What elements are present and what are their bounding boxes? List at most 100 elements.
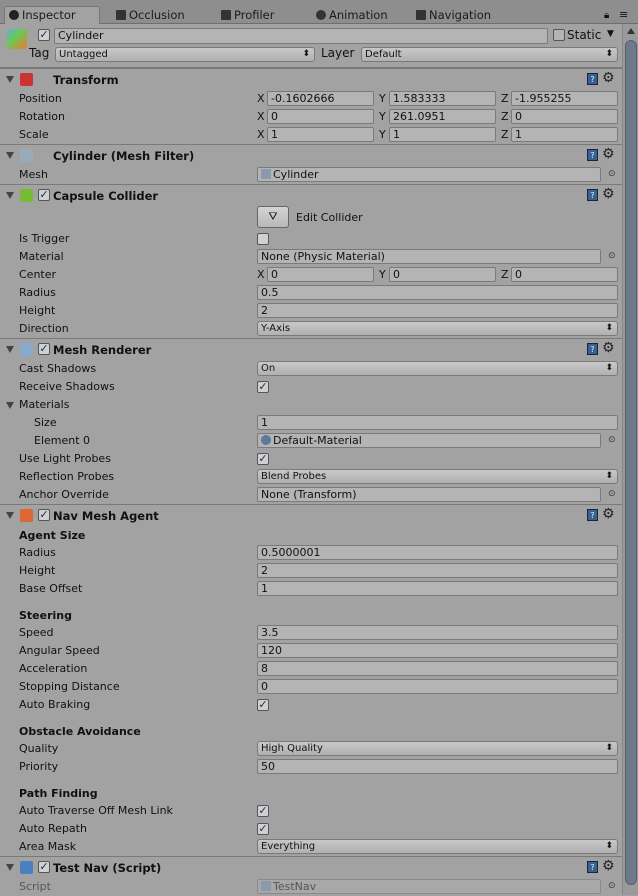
is-trigger-checkbox[interactable] [257, 233, 269, 245]
tab-profiler[interactable]: Profiler [217, 7, 275, 24]
gear-icon[interactable]: ⚙ [602, 340, 615, 356]
z-input[interactable]: 1 [511, 127, 618, 142]
script-object-field[interactable]: TestNav [257, 879, 601, 894]
height-input[interactable]: 2 [257, 563, 618, 578]
foldout-arrow-icon[interactable] [6, 402, 14, 409]
object-picker-icon[interactable]: ⊙ [608, 251, 616, 261]
y-axis-label[interactable]: Y [379, 128, 386, 141]
gear-icon[interactable]: ⚙ [602, 506, 615, 522]
foldout-arrow-icon[interactable] [6, 512, 14, 519]
object-picker-icon[interactable]: ⊙ [608, 489, 616, 499]
gear-icon[interactable]: ⚙ [602, 146, 615, 162]
gear-icon[interactable]: ⚙ [602, 858, 615, 874]
auto-traverse-off-mesh-link-checkbox[interactable]: ✓ [257, 805, 269, 817]
auto-repath-checkbox[interactable]: ✓ [257, 823, 269, 835]
y-input[interactable]: 1 [389, 127, 496, 142]
help-book-icon[interactable]: ? [587, 149, 598, 161]
scroll-up-arrow[interactable] [627, 28, 635, 34]
radius-input[interactable]: 0.5000001 [257, 545, 618, 560]
area-mask-dropdown[interactable]: Everything [257, 839, 618, 854]
help-book-icon[interactable]: ? [587, 189, 598, 201]
component-enabled-checkbox[interactable]: ✓ [38, 189, 50, 201]
help-book-icon[interactable]: ? [587, 861, 598, 873]
x-input[interactable]: 1 [267, 127, 374, 142]
layer-dropdown[interactable]: Default [361, 47, 618, 62]
tab-animation[interactable]: Animation [312, 7, 388, 24]
acceleration-input[interactable]: 8 [257, 661, 618, 676]
object-picker-icon[interactable]: ⊙ [608, 435, 616, 445]
mesh-object-field[interactable]: Cylinder [257, 167, 601, 182]
component-enabled-checkbox[interactable]: ✓ [38, 343, 50, 355]
name-input[interactable]: Cylinder [54, 28, 548, 44]
z-input[interactable]: 0 [511, 109, 618, 124]
component-header[interactable]: ✓ Nav Mesh Agent? ⚙ [0, 504, 622, 526]
object-picker-icon[interactable]: ⊙ [608, 169, 616, 179]
component-header[interactable]: ✓ Test Nav (Script)? ⚙ [0, 856, 622, 878]
help-book-icon[interactable]: ? [587, 73, 598, 85]
size-input[interactable]: 1 [257, 415, 618, 430]
radius-input[interactable]: 0.5 [257, 285, 618, 300]
component-header[interactable]: Transform? ⚙ [0, 68, 622, 90]
tab-navigation[interactable]: Navigation [412, 7, 491, 24]
foldout-arrow-icon[interactable] [6, 864, 14, 871]
z-axis-label[interactable]: Z [501, 92, 509, 105]
gear-icon[interactable]: ⚙ [602, 186, 615, 202]
component-header[interactable]: ✓ Capsule Collider? ⚙ [0, 184, 622, 206]
z-axis-label[interactable]: Z [501, 110, 509, 123]
anchor-override-object-field[interactable]: None (Transform) [257, 487, 601, 502]
tab-occlusion[interactable]: Occlusion [112, 7, 185, 24]
height-input[interactable]: 2 [257, 303, 618, 318]
x-input[interactable]: -0.1602666 [267, 91, 374, 106]
x-input[interactable]: 0 [267, 109, 374, 124]
receive-shadows-checkbox[interactable]: ✓ [257, 381, 269, 393]
y-input[interactable]: 0 [389, 267, 496, 282]
foldout-arrow-icon[interactable] [6, 346, 14, 353]
component-header[interactable]: ✓ Mesh Renderer? ⚙ [0, 338, 622, 360]
component-enabled-checkbox[interactable]: ✓ [38, 861, 50, 873]
material-object-field[interactable]: None (Physic Material) [257, 249, 601, 264]
scrollbar-thumb[interactable] [625, 40, 637, 885]
z-axis-label[interactable]: Z [501, 268, 509, 281]
base-offset-input[interactable]: 1 [257, 581, 618, 596]
component-header[interactable]: Cylinder (Mesh Filter)? ⚙ [0, 144, 622, 166]
foldout-arrow-icon[interactable] [6, 192, 14, 199]
static-dropdown-arrow[interactable]: ▼ [607, 29, 614, 39]
y-axis-label[interactable]: Y [379, 268, 386, 281]
help-book-icon[interactable]: ? [587, 343, 598, 355]
direction-dropdown[interactable]: Y-Axis [257, 321, 618, 336]
menu-icon[interactable]: ≡ [619, 8, 628, 21]
angular-speed-input[interactable]: 120 [257, 643, 618, 658]
x-axis-label[interactable]: X [257, 110, 265, 123]
foldout-arrow-icon[interactable] [6, 152, 14, 159]
y-axis-label[interactable]: Y [379, 110, 386, 123]
scrollbar[interactable] [622, 24, 638, 895]
element-0-object-field[interactable]: Default-Material [257, 433, 601, 448]
static-checkbox[interactable] [553, 29, 565, 41]
active-checkbox[interactable]: ✓ [38, 29, 50, 41]
y-axis-label[interactable]: Y [379, 92, 386, 105]
use-light-probes-checkbox[interactable]: ✓ [257, 453, 269, 465]
help-book-icon[interactable]: ? [587, 509, 598, 521]
x-input[interactable]: 0 [267, 267, 374, 282]
priority-input[interactable]: 50 [257, 759, 618, 774]
quality-dropdown[interactable]: High Quality [257, 741, 618, 756]
y-input[interactable]: 261.0951 [389, 109, 496, 124]
x-axis-label[interactable]: X [257, 268, 265, 281]
tag-dropdown[interactable]: Untagged [55, 47, 315, 62]
edit-collider-button[interactable]: ⛛ [257, 206, 289, 228]
tab-inspector[interactable]: Inspector [4, 6, 100, 24]
cast-shadows-dropdown[interactable]: On [257, 361, 618, 376]
z-input[interactable]: 0 [511, 267, 618, 282]
component-enabled-checkbox[interactable]: ✓ [38, 509, 50, 521]
z-axis-label[interactable]: Z [501, 128, 509, 141]
x-axis-label[interactable]: X [257, 128, 265, 141]
lock-icon[interactable]: 🔒︎ [604, 10, 609, 21]
y-input[interactable]: 1.583333 [389, 91, 496, 106]
speed-input[interactable]: 3.5 [257, 625, 618, 640]
object-picker-icon[interactable]: ⊙ [608, 881, 616, 891]
reflection-probes-dropdown[interactable]: Blend Probes [257, 469, 618, 484]
x-axis-label[interactable]: X [257, 92, 265, 105]
gear-icon[interactable]: ⚙ [602, 70, 615, 86]
foldout-arrow-icon[interactable] [6, 76, 14, 83]
stopping-distance-input[interactable]: 0 [257, 679, 618, 694]
